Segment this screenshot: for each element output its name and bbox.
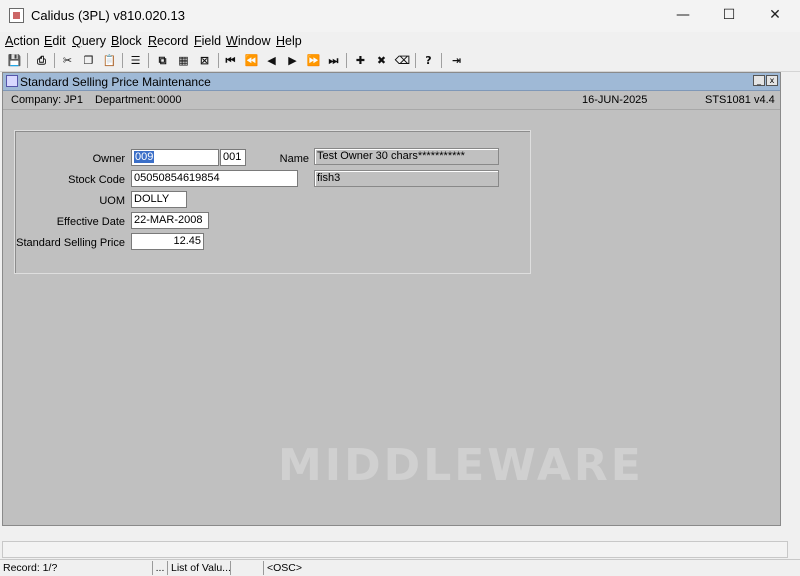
form-title: Standard Selling Price Maintenance — [20, 75, 211, 89]
department-value: 0000 — [157, 94, 182, 106]
effective-date-label: Effective Date — [56, 216, 125, 228]
toolbar-separator — [54, 53, 55, 68]
window-title: Calidus (3PL) v810.020.13 — [31, 8, 185, 23]
menu-field[interactable]: Field — [194, 34, 221, 48]
toolbar-separator — [122, 53, 123, 68]
owner-code-field[interactable]: 009 — [131, 149, 219, 166]
menu-edit[interactable]: Edit — [44, 34, 66, 48]
owner-label: Owner — [92, 153, 125, 165]
previous-set-icon[interactable]: ⏪ — [243, 52, 260, 69]
toolbar-separator — [27, 53, 28, 68]
owner-site-field[interactable]: 001 — [220, 149, 246, 166]
window-titlebar: Calidus (3PL) v810.020.13 — ☐ ✕ — [0, 0, 800, 33]
save-icon[interactable]: 💾 — [6, 52, 23, 69]
help-icon[interactable]: ? — [420, 52, 437, 69]
form-close-button[interactable]: x — [766, 75, 778, 86]
list-of-values-status: List of Valu... — [168, 561, 231, 575]
uom-label: UOM — [99, 195, 125, 207]
enter-query-icon[interactable]: ⧉ — [154, 52, 171, 69]
menu-record[interactable]: Record — [148, 34, 188, 48]
record-status: Record: 1/? — [0, 561, 153, 575]
exit-icon[interactable]: ⇥ — [448, 52, 465, 69]
standard-selling-price-label: Standard Selling Price — [16, 237, 125, 249]
toolbar-separator — [441, 53, 442, 68]
print-icon[interactable]: ⎙ — [33, 52, 50, 69]
first-record-icon[interactable]: ⏮ — [222, 52, 239, 69]
cut-icon[interactable]: ✂ — [59, 52, 76, 69]
paste-icon[interactable]: 📋 — [101, 52, 118, 69]
uom-field[interactable]: DOLLY — [131, 191, 187, 208]
menu-query[interactable]: Query — [72, 34, 106, 48]
menu-help[interactable]: Help — [276, 34, 302, 48]
execute-query-icon[interactable]: ▦ — [175, 52, 192, 69]
stock-description-field: fish3 — [314, 170, 499, 187]
owner-name-field: Test Owner 30 chars*********** — [314, 148, 499, 165]
name-label: Name — [279, 153, 309, 165]
close-button[interactable]: ✕ — [752, 0, 798, 32]
status-empty-cell — [231, 561, 264, 575]
department-label: Department: — [95, 94, 156, 106]
last-record-icon[interactable]: ⏭ — [325, 52, 342, 69]
copy-icon[interactable]: ❐ — [80, 52, 97, 69]
stock-code-field[interactable]: 05050854619854 — [131, 170, 298, 187]
clear-record-icon[interactable]: ⌫ — [394, 52, 411, 69]
date-display: 16-JUN-2025 — [582, 94, 648, 106]
form-minimize-button[interactable]: _ — [753, 75, 765, 86]
version-display: v4.4 — [754, 94, 775, 106]
maximize-button[interactable]: ☐ — [706, 0, 752, 32]
cancel-query-icon[interactable]: ⊠ — [196, 52, 213, 69]
form-icon — [6, 75, 18, 87]
screen-code: STS1081 — [705, 94, 751, 106]
menu-block[interactable]: Block — [111, 34, 142, 48]
toolbar-separator — [415, 53, 416, 68]
minimize-button[interactable]: — — [660, 0, 706, 32]
java-app-icon — [9, 8, 24, 23]
next-set-icon[interactable]: ⏩ — [305, 52, 322, 69]
effective-date-field[interactable]: 22-MAR-2008 — [131, 212, 209, 229]
insert-record-icon[interactable]: ✚ — [352, 52, 369, 69]
status-bar: Record: 1/? ... List of Valu... <OSC> — [0, 559, 800, 576]
menu-bar: Action Edit Query Block Record Field Win… — [0, 32, 800, 50]
toolbar-separator — [148, 53, 149, 68]
status-dots: ... — [153, 561, 168, 575]
toolbar: 💾 ⎙ ✂ ❐ 📋 ☰ ⧉ ▦ ⊠ ⏮ ⏪ ◀ ▶ ⏩ ⏭ ✚ ✖ ⌫ ? ⇥ — [0, 50, 800, 72]
stock-code-label: Stock Code — [68, 174, 125, 186]
menu-window[interactable]: Window — [226, 34, 270, 48]
toolbar-separator — [346, 53, 347, 68]
toolbar-separator — [218, 53, 219, 68]
company-value: JP1 — [64, 94, 83, 106]
horizontal-scrollbar[interactable] — [2, 541, 788, 558]
menu-action[interactable]: Action — [5, 34, 40, 48]
osc-status: <OSC> — [267, 562, 303, 574]
form-info-bar: Company: JP1 Department: 0000 16-JUN-202… — [3, 91, 780, 110]
previous-record-icon[interactable]: ◀ — [263, 52, 280, 69]
background-watermark: MIDDLEWARE — [278, 440, 644, 491]
owner-code-selection: 009 — [134, 151, 155, 163]
next-record-icon[interactable]: ▶ — [284, 52, 301, 69]
standard-selling-price-field[interactable]: 12.45 — [131, 233, 204, 250]
delete-record-icon[interactable]: ✖ — [373, 52, 390, 69]
clear-form-icon[interactable]: ☰ — [127, 52, 144, 69]
company-label: Company: — [11, 94, 62, 106]
form-titlebar: Standard Selling Price Maintenance _ x — [3, 73, 780, 91]
